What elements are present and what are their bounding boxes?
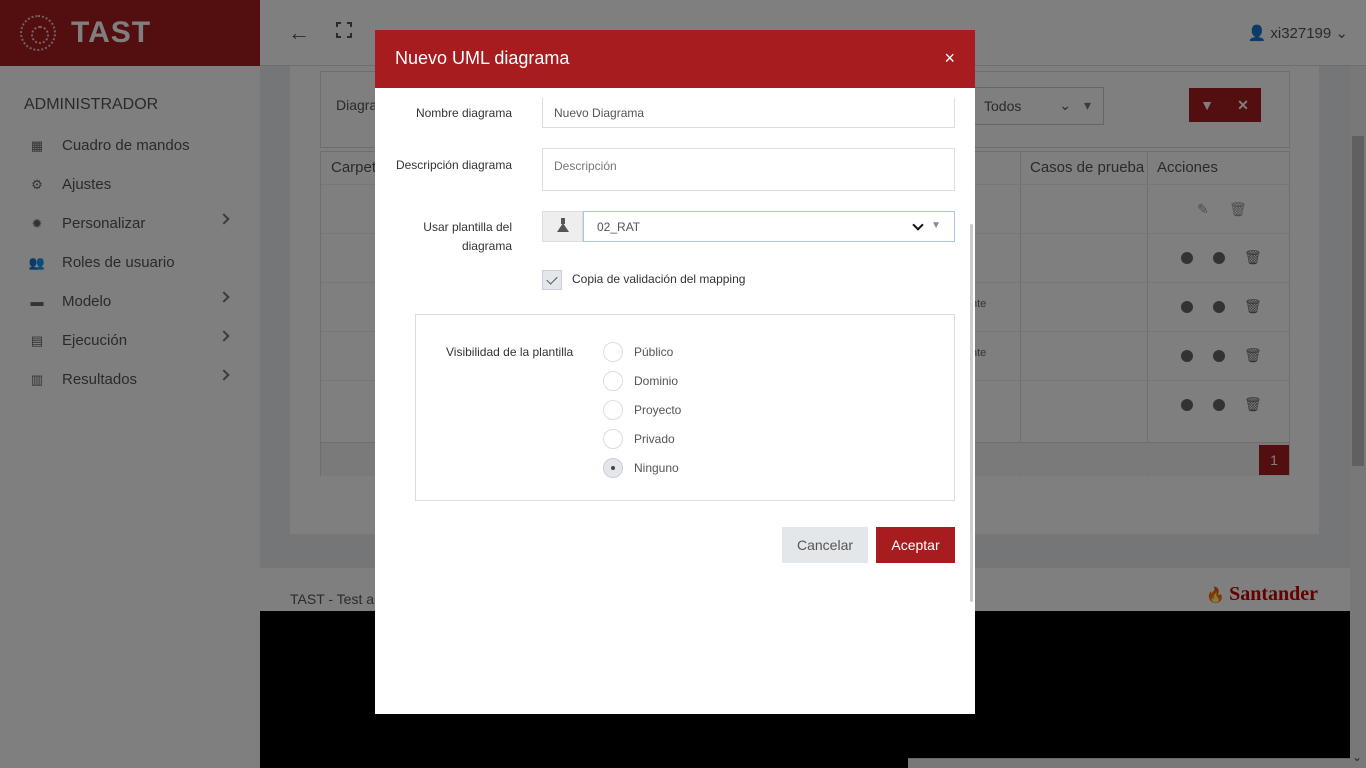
copy-mapping-label[interactable]: Copia de validación del mapping: [572, 272, 745, 286]
modal-body: Nombre diagrama Descripción diagrama Usa…: [375, 88, 975, 714]
template-addon: [542, 211, 583, 242]
template-label: Usar plantilla del diagrama: [423, 218, 512, 256]
diagram-description-input[interactable]: [542, 148, 955, 191]
cancel-button[interactable]: Cancelar: [782, 527, 868, 563]
radio-label-privado[interactable]: Privado: [634, 432, 675, 446]
new-uml-diagram-modal: Nuevo UML diagrama × Nombre diagrama Des…: [375, 30, 975, 714]
modal-header: Nuevo UML diagrama ×: [375, 30, 975, 88]
radio-label-dominio[interactable]: Dominio: [634, 374, 678, 388]
caret-down-icon: ▼: [931, 220, 941, 231]
copy-mapping-checkbox[interactable]: [542, 270, 562, 290]
diagram-name-label: Nombre diagrama: [415, 106, 512, 120]
radio-privado[interactable]: [603, 429, 623, 449]
flask-icon: [556, 218, 569, 232]
template-label-line1: Usar plantilla del: [423, 220, 512, 234]
radio-ninguno[interactable]: [603, 458, 623, 478]
radio-proyecto[interactable]: [603, 400, 623, 420]
diagram-name-input[interactable]: [542, 98, 955, 128]
visibility-label: Visibilidad de la plantilla: [446, 345, 574, 359]
visibility-panel: Visibilidad de la plantilla Público Domi…: [415, 314, 955, 501]
radio-label-ninguno[interactable]: Ninguno: [634, 461, 679, 475]
radio-label-publico[interactable]: Público: [634, 345, 673, 359]
radio-label-proyecto[interactable]: Proyecto: [634, 403, 681, 417]
accept-button[interactable]: Aceptar: [876, 527, 955, 563]
radio-dominio[interactable]: [603, 371, 623, 391]
chevron-down-icon: [912, 219, 924, 231]
template-label-line2: diagrama: [461, 239, 512, 253]
template-select[interactable]: 02_RAT ▼: [583, 211, 955, 242]
diagram-description-label: Descripción diagrama: [395, 158, 512, 172]
radio-publico[interactable]: [603, 342, 623, 362]
close-icon[interactable]: ×: [944, 48, 955, 69]
modal-scrollbar[interactable]: [970, 224, 973, 602]
modal-title: Nuevo UML diagrama: [395, 48, 570, 68]
template-select-value: 02_RAT: [597, 220, 641, 234]
